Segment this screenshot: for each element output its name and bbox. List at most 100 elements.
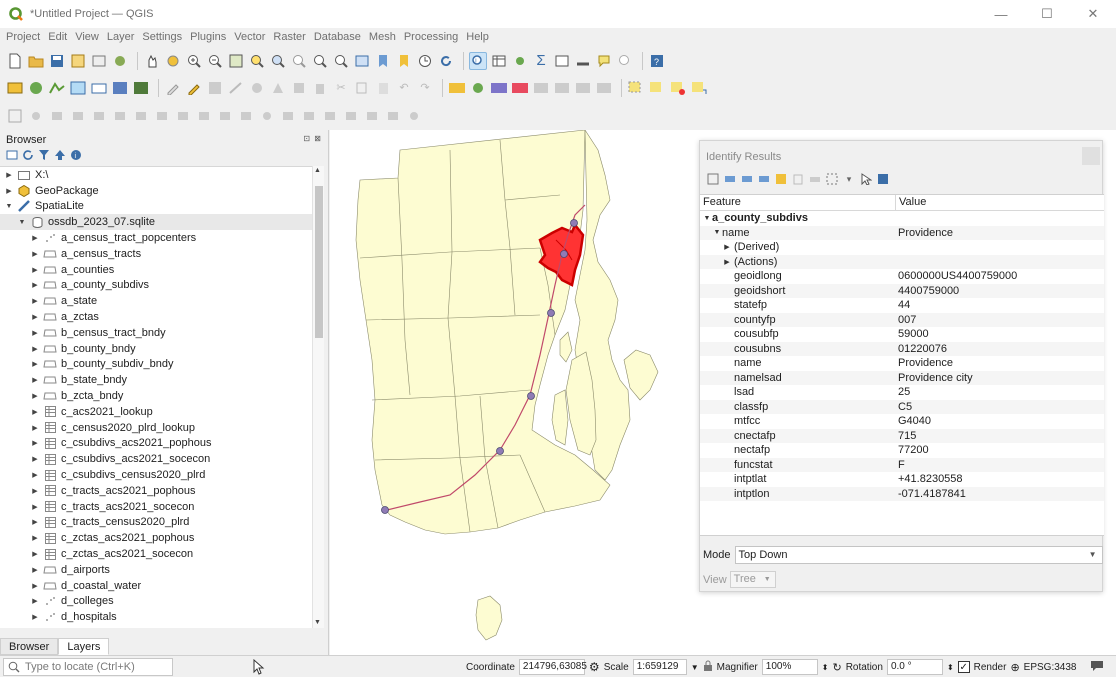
expand-new-results-icon[interactable] bbox=[757, 172, 771, 186]
pin-labels-icon[interactable] bbox=[490, 79, 508, 97]
chevron-right-icon[interactable]: ▶ bbox=[30, 281, 40, 289]
browser-item[interactable]: ▶ b_county_bndy bbox=[0, 341, 312, 357]
menu-view[interactable]: View bbox=[75, 31, 99, 43]
identify-pointer-icon[interactable] bbox=[859, 172, 873, 186]
chevron-right-icon[interactable]: ▶ bbox=[30, 471, 40, 479]
minimize-button[interactable]: — bbox=[978, 0, 1024, 28]
map-tips-icon[interactable] bbox=[595, 52, 613, 70]
menu-settings[interactable]: Settings bbox=[142, 31, 182, 43]
vector-tool-k-icon[interactable] bbox=[258, 107, 276, 125]
add-spatialite-icon[interactable] bbox=[111, 79, 129, 97]
cut-features-icon[interactable]: ✂ bbox=[332, 79, 350, 97]
highlight-labels-icon[interactable] bbox=[511, 79, 529, 97]
view-select[interactable]: Tree ▼ bbox=[729, 571, 776, 588]
result-row[interactable]: nectafp 77200 bbox=[700, 443, 1104, 458]
digitize-shape-icon[interactable] bbox=[27, 107, 45, 125]
result-row[interactable]: ▼ a_county_subdivs bbox=[700, 211, 1104, 226]
help-icon[interactable] bbox=[876, 172, 890, 186]
vector-tool-a-icon[interactable] bbox=[48, 107, 66, 125]
show-bookmarks-icon[interactable] bbox=[395, 52, 413, 70]
toggle-extents-icon[interactable]: ⚙ bbox=[589, 660, 600, 674]
move-label-icon[interactable] bbox=[532, 79, 550, 97]
vector-tool-d-icon[interactable] bbox=[111, 107, 129, 125]
result-row[interactable]: intptlat +41.8230558 bbox=[700, 472, 1104, 487]
zoom-to-layer-icon[interactable] bbox=[269, 52, 287, 70]
result-row[interactable]: intptlon -071.4187841 bbox=[700, 486, 1104, 501]
scroll-up-icon[interactable]: ▲ bbox=[314, 167, 321, 174]
rotate-label-icon[interactable] bbox=[553, 79, 571, 97]
change-label-icon[interactable] bbox=[574, 79, 592, 97]
coordinate-field[interactable]: 214796,63085 bbox=[518, 659, 587, 675]
browser-item[interactable]: ▶ d_hospitals bbox=[0, 609, 312, 625]
vector-tool-q-icon[interactable] bbox=[384, 107, 402, 125]
vector-tool-f-icon[interactable] bbox=[153, 107, 171, 125]
crs-globe-icon[interactable]: ⊕ bbox=[1010, 661, 1019, 674]
crs-label[interactable]: EPSG:3438 bbox=[1024, 662, 1077, 673]
chevron-right-icon[interactable]: ▶ bbox=[30, 582, 40, 590]
browser-item[interactable]: ▶ b_county_subdiv_bndy bbox=[0, 357, 312, 373]
measure-line-icon[interactable] bbox=[574, 52, 592, 70]
browser-item[interactable]: ▶ c_tracts_census2020_plrd bbox=[0, 515, 312, 531]
result-row[interactable]: ▶ (Derived) bbox=[700, 240, 1104, 255]
browser-item[interactable]: ▶ c_csubdivs_acs2021_socecon bbox=[0, 451, 312, 467]
chevron-right-icon[interactable]: ▶ bbox=[722, 243, 732, 251]
data-source-manager-icon[interactable] bbox=[6, 79, 24, 97]
browser-item[interactable]: ▶ c_csubdivs_acs2021_pophous bbox=[0, 436, 312, 452]
result-row[interactable]: cnectafp 715 bbox=[700, 428, 1104, 443]
refresh-icon[interactable] bbox=[437, 52, 455, 70]
menu-raster[interactable]: Raster bbox=[273, 31, 305, 43]
undo-icon[interactable]: ↶ bbox=[395, 79, 413, 97]
redo-icon[interactable]: ↷ bbox=[416, 79, 434, 97]
result-row[interactable]: mtfcc G4040 bbox=[700, 414, 1104, 429]
menu-database[interactable]: Database bbox=[314, 31, 361, 43]
result-row[interactable]: namelsad Providence city bbox=[700, 370, 1104, 385]
zoom-to-selection-icon[interactable] bbox=[248, 52, 266, 70]
tab-browser[interactable]: Browser bbox=[0, 638, 59, 655]
scale-dropdown-icon[interactable]: ▼ bbox=[691, 663, 699, 672]
chevron-right-icon[interactable]: ▶ bbox=[4, 187, 14, 195]
result-row[interactable]: lsad 25 bbox=[700, 385, 1104, 400]
vector-tool-g-icon[interactable] bbox=[174, 107, 192, 125]
result-row[interactable]: funcstat F bbox=[700, 457, 1104, 472]
browser-item[interactable]: ▼ ossdb_2023_07.sqlite bbox=[0, 214, 312, 231]
chevron-right-icon[interactable]: ▶ bbox=[30, 392, 40, 400]
copy-features-icon[interactable] bbox=[353, 79, 371, 97]
expand-all-icon[interactable] bbox=[723, 172, 737, 186]
value-column-header[interactable]: Value bbox=[896, 195, 926, 210]
digitize-polygon-icon[interactable] bbox=[248, 79, 266, 97]
chevron-down-icon[interactable]: ▼ bbox=[702, 215, 712, 222]
show-hide-labels-icon[interactable] bbox=[595, 79, 613, 97]
browser-item[interactable]: ▶ a_county_subdivs bbox=[0, 278, 312, 294]
panel-float-close-buttons[interactable]: ⊡ ⊠ bbox=[303, 134, 322, 143]
vector-tool-j-icon[interactable] bbox=[237, 107, 255, 125]
result-row[interactable]: cousubns 01220076 bbox=[700, 341, 1104, 356]
chevron-right-icon[interactable]: ▶ bbox=[30, 503, 40, 511]
collapse-all-icon[interactable] bbox=[740, 172, 754, 186]
chevron-right-icon[interactable]: ▶ bbox=[30, 234, 40, 242]
chevron-right-icon[interactable]: ▶ bbox=[30, 613, 40, 621]
chevron-right-icon[interactable]: ▶ bbox=[30, 534, 40, 542]
chevron-right-icon[interactable]: ▶ bbox=[30, 266, 40, 274]
vector-tool-i-icon[interactable] bbox=[216, 107, 234, 125]
zoom-next-icon[interactable] bbox=[332, 52, 350, 70]
magnifier-spin-icon[interactable]: ⬍ bbox=[822, 663, 829, 672]
save-project-icon[interactable] bbox=[48, 52, 66, 70]
new-map-view-icon[interactable] bbox=[353, 52, 371, 70]
help-icon[interactable]: ? bbox=[648, 52, 666, 70]
dropdown-arrow-icon[interactable]: ▾ bbox=[842, 172, 856, 186]
browser-item[interactable]: ▶ a_census_tracts bbox=[0, 246, 312, 262]
chevron-right-icon[interactable]: ▶ bbox=[30, 313, 40, 321]
processing-toolbox-icon[interactable] bbox=[511, 52, 529, 70]
chevron-right-icon[interactable]: ▶ bbox=[722, 258, 732, 266]
chevron-right-icon[interactable]: ▶ bbox=[30, 408, 40, 416]
zoom-in-icon[interactable] bbox=[185, 52, 203, 70]
add-raster-layer-icon[interactable] bbox=[69, 79, 87, 97]
browser-item[interactable]: ▶ c_zctas_acs2021_socecon bbox=[0, 546, 312, 562]
style-manager-icon[interactable] bbox=[111, 52, 129, 70]
modify-attributes-icon[interactable] bbox=[290, 79, 308, 97]
result-row[interactable]: ▼ name Providence bbox=[700, 225, 1104, 240]
label-toolbar-icon[interactable] bbox=[448, 79, 466, 97]
add-delimited-text-icon[interactable] bbox=[90, 79, 108, 97]
chevron-down-icon[interactable]: ▼ bbox=[17, 219, 27, 226]
advanced-digitizing-icon[interactable] bbox=[6, 107, 24, 125]
